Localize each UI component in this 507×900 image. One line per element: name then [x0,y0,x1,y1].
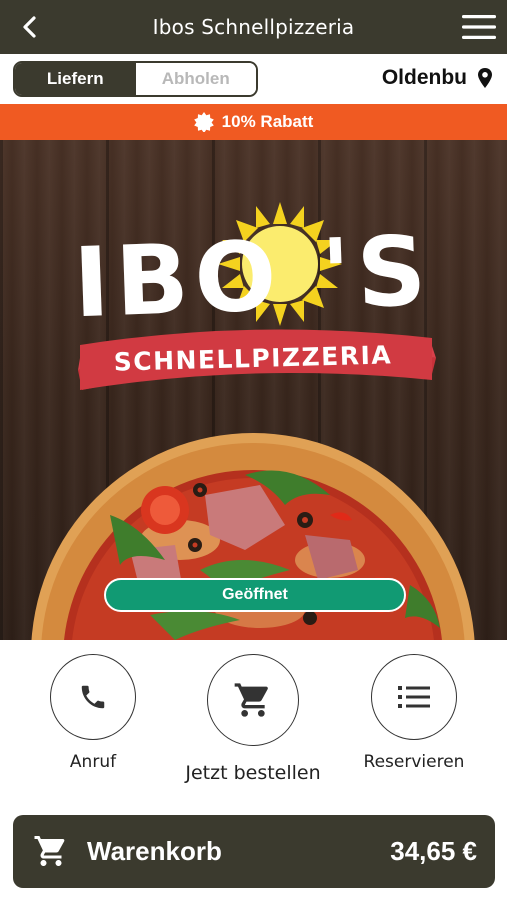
reserve-action[interactable]: Reservieren [364,654,464,772]
pickup-option[interactable]: Abholen [135,63,256,95]
open-status-badge: Geöffnet [104,578,406,612]
order-now-action[interactable]: Jetzt bestellen [185,654,321,784]
cart-label: Warenkorb [87,836,222,866]
call-action[interactable]: Anruf [50,654,136,772]
hero-illustration: IBO 'S SCHNELLPIZZERIA [31,202,475,640]
shopping-cart-icon [234,683,268,717]
logo-main-text: IBO 'S [72,215,434,339]
list-icon [398,686,430,708]
hero-image: IBO 'S SCHNELLPIZZERIA [0,140,507,640]
quick-actions: Anruf Jetzt bestellen Reservieren [0,640,507,810]
delivery-option[interactable]: Liefern [15,63,136,95]
phone-icon [81,685,105,709]
order-mode-row: Liefern Abholen Oldenbu [0,54,507,104]
call-button[interactable] [50,654,136,740]
back-button[interactable] [14,12,44,42]
hamburger-menu-icon [462,15,496,39]
discount-banner[interactable]: 10% Rabatt [0,104,507,140]
order-now-button[interactable] [207,654,299,746]
reserve-label: Reservieren [363,752,465,772]
shopping-cart-icon [34,836,65,866]
menu-button[interactable] [461,13,497,41]
chevron-left-icon [23,16,36,38]
map-pin-icon [478,68,492,88]
reserve-button[interactable] [371,654,457,740]
cart-total: 34,65 € [390,836,477,866]
discount-label: 10% Rabatt [221,112,314,131]
delivery-mode-toggle: Liefern Abholen [13,61,258,97]
order-now-label: Jetzt bestellen [185,762,321,784]
cart-bar[interactable]: Warenkorb 34,65 € [13,815,495,888]
call-label: Anruf [69,752,117,772]
top-app-bar: Ibos Schnellpizzeria [0,0,507,54]
page-title: Ibos Schnellpizzeria [152,15,355,39]
badge-icon [193,112,214,132]
location-selector[interactable]: Oldenbu [382,66,493,90]
location-text: Oldenbu [381,66,467,89]
